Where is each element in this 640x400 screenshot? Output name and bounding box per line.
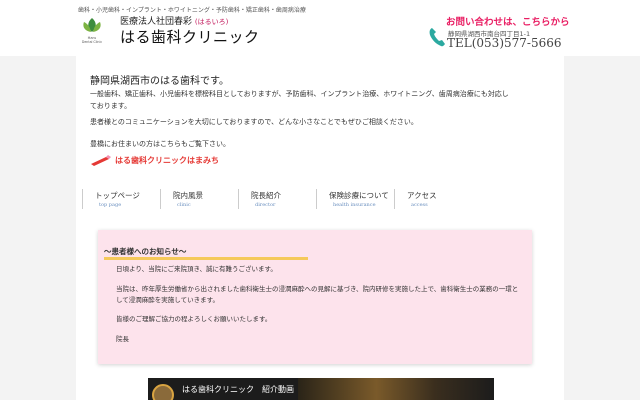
pencil-icon: [91, 155, 111, 166]
nav-item-insurance[interactable]: 保険診療について health insurance: [316, 189, 394, 209]
notice-title: ～患者様へのお知らせ～: [104, 247, 187, 256]
channel-avatar[interactable]: [152, 384, 174, 400]
contact-label[interactable]: お問い合わせは、こちらから: [446, 14, 570, 28]
svg-text:Dental Clinic: Dental Clinic: [82, 40, 102, 44]
video-title[interactable]: はる歯科クリニック 紹介動画: [182, 384, 294, 395]
video-frame: [298, 378, 494, 400]
site-header: 歯科・小児歯科・インプラント・ホワイトニング・予防歯科・矯正歯科・歯周病治療 H…: [0, 0, 640, 56]
nav-item-top[interactable]: トップページ top page: [82, 189, 160, 209]
notice-signature: 院長: [116, 335, 129, 343]
intro-title: 静岡県湖西市のはる歯科です。: [90, 76, 229, 87]
hamamichi-link-label: はる歯科クリニックはまみち: [115, 155, 219, 165]
main-nav: トップページ top page 院内風景 clinic 院長紹介 directo…: [82, 189, 482, 209]
nav-item-label: 院長紹介: [251, 191, 281, 200]
services-line: 歯科・小児歯科・インプラント・ホワイトニング・予防歯科・矯正歯科・歯周病治療: [78, 7, 306, 14]
leaf-logo-icon: Haru Dental Clinic: [82, 18, 102, 44]
main-content: 静岡県湖西市のはる歯科です。 一般歯科、矯正歯科、小児歯科を標榜科目としておりま…: [76, 56, 564, 400]
phone-icon: [428, 26, 446, 48]
intro-paragraph-1: 一般歯科、矯正歯科、小児歯科を標榜科目としておりますが、予防歯科、インプラント治…: [90, 90, 509, 110]
nav-item-sublabel: director: [255, 202, 276, 208]
intro-video[interactable]: はる歯科クリニック 紹介動画: [148, 378, 494, 400]
nav-item-access[interactable]: アクセス access: [394, 189, 472, 209]
nav-item-label: トップページ: [95, 191, 140, 200]
nav-item-sublabel: health insurance: [333, 202, 376, 208]
nav-item-sublabel: top page: [99, 202, 122, 208]
notice-box: ～患者様へのお知らせ～ 日頃より、当院にご来院頂き、誠に有難うございます。 当院…: [98, 230, 532, 364]
nav-item-director[interactable]: 院長紹介 director: [238, 189, 316, 209]
hamamichi-link[interactable]: はる歯科クリニックはまみち: [90, 153, 219, 167]
corporation-kana: (はるいろ): [194, 18, 229, 26]
notice-paragraph-3: 皆様のご理解ご協力の程よろしくお願いいたします。: [116, 315, 272, 323]
clinic-name[interactable]: はる歯科クリニック: [120, 26, 260, 47]
nav-item-label: アクセス: [407, 191, 437, 200]
notice-paragraph-2: 当院は、昨年厚生労働省から出されました歯科衛生士の浸潤麻酔への見解に基づき、院内…: [116, 285, 519, 304]
toyohashi-text: 豊橋にお住まいの方はこちらもご覧下さい。: [90, 140, 230, 148]
nav-item-clinic[interactable]: 院内風景 clinic: [160, 189, 238, 209]
notice-paragraph-1: 日頃より、当院にご来院頂き、誠に有難うございます。: [116, 265, 277, 273]
intro-paragraph-2: 患者様とのコミュニケーションを大切にしておりますので、どんな小さなことでもぜひご…: [90, 118, 418, 126]
nav-item-sublabel: clinic: [177, 202, 191, 208]
nav-item-sublabel: access: [411, 202, 428, 208]
phone-number[interactable]: TEL(053)577-5666: [447, 36, 562, 50]
clinic-logo[interactable]: Haru Dental Clinic: [78, 14, 106, 46]
nav-item-label: 保険診療について: [329, 191, 389, 200]
nav-item-label: 院内風景: [173, 191, 203, 200]
notice-title-underline: [104, 257, 308, 260]
